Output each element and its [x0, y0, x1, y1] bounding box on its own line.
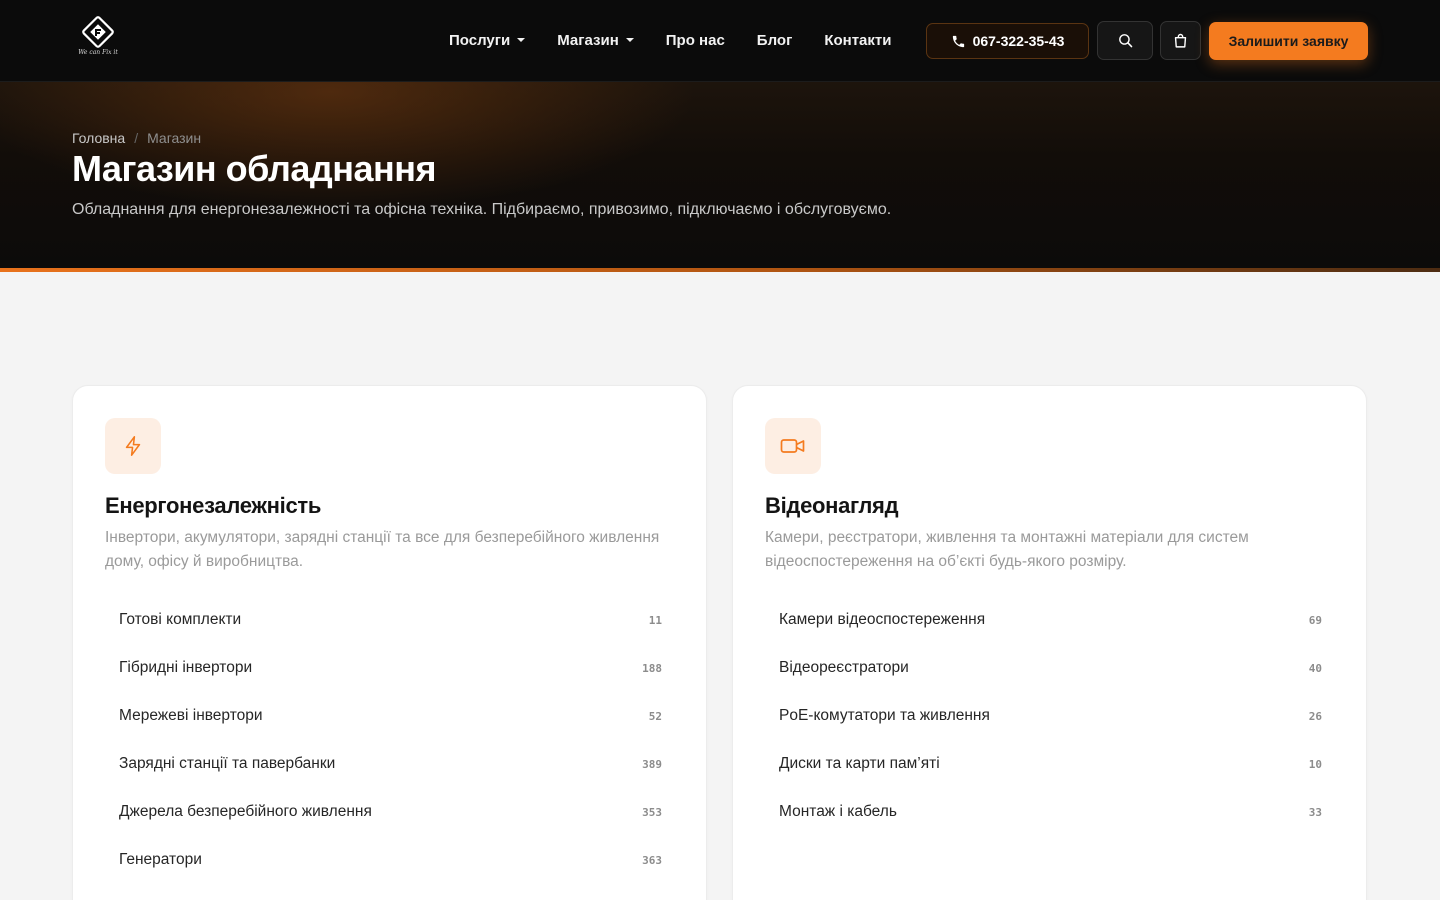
- subcategory-name: PoE-комутатори та живлення: [779, 707, 990, 724]
- phone-number: 067-322-35-43: [972, 33, 1065, 49]
- logo[interactable]: We can Fix it: [72, 16, 124, 62]
- subcategory-name: Зарядні станції та павербанки: [119, 755, 336, 772]
- subcategory-name: Мережеві інвертори: [119, 707, 263, 724]
- logo-mark-icon: [82, 16, 114, 48]
- category-card-energy: Енергонезалежність Інвертори, акумулятор…: [72, 385, 707, 900]
- phone-button[interactable]: 067-322-35-43: [926, 23, 1089, 59]
- subcategory-name: Генератори: [119, 851, 202, 868]
- subcategory-item[interactable]: Мережеві інвертори 52: [105, 692, 676, 740]
- subcategory-count: 52: [648, 709, 662, 723]
- lightning-icon: [125, 436, 141, 456]
- breadcrumb: Головна / Магазин: [72, 130, 201, 146]
- card-description: Камери, реєстратори, живлення та монтажн…: [765, 529, 1249, 570]
- subcategory-list: Готові комплекти 11 Гібридні інвертори 1…: [105, 596, 676, 884]
- subcategory-count: 69: [1308, 613, 1322, 627]
- subcategory-name: Диски та карти пам’яті: [779, 755, 940, 772]
- card-title: Енергонезалежність: [105, 493, 322, 518]
- breadcrumb-separator: /: [134, 130, 139, 146]
- subcategory-count: 33: [1308, 805, 1322, 819]
- search-icon: [1118, 34, 1132, 48]
- nav-item-contacts[interactable]: Контакти: [824, 32, 891, 49]
- subcategory-count: 353: [642, 805, 662, 819]
- subcategory-count: 188: [642, 661, 662, 675]
- site-header: We can Fix it Послуги Магазин Про нас Бл…: [0, 0, 1440, 82]
- subcategory-count: 363: [642, 853, 662, 867]
- nav-item-about[interactable]: Про нас: [666, 32, 725, 49]
- breadcrumb-current: Магазин: [147, 130, 202, 146]
- subcategory-item[interactable]: Зарядні станції та павербанки 389: [105, 740, 676, 788]
- chevron-down-icon: [625, 38, 634, 42]
- chevron-down-icon: [517, 38, 526, 42]
- hero-accent-line: [0, 268, 1440, 272]
- nav-item-services[interactable]: Послуги: [449, 31, 526, 49]
- subcategory-name: Монтаж і кабель: [779, 803, 897, 820]
- subcategory-item[interactable]: Гібридні інвертори 188: [105, 644, 676, 692]
- card-description: Інвертори, акумулятори, зарядні станції …: [105, 529, 660, 570]
- nav-item-label: Контакти: [824, 31, 892, 49]
- leave-request-button[interactable]: Залишити заявку: [1209, 22, 1368, 60]
- subcategory-name: Камери відеоспостереження: [779, 611, 986, 628]
- subcategory-item[interactable]: Джерела безперебійного живлення 353: [105, 788, 676, 836]
- nav-item-shop[interactable]: Магазин: [557, 32, 634, 49]
- subcategory-count: 26: [1308, 709, 1322, 723]
- nav-item-label: Магазин: [557, 31, 619, 49]
- cart-button[interactable]: [1160, 21, 1201, 60]
- breadcrumb-home-link[interactable]: Головна: [72, 130, 125, 146]
- subcategory-item[interactable]: Камери відеоспостереження 69: [765, 596, 1336, 644]
- subcategory-item[interactable]: Відеореєстратори 40: [765, 644, 1336, 692]
- subcategory-item[interactable]: Генератори 363: [105, 836, 676, 884]
- phone-icon: [952, 35, 964, 47]
- card-title: Відеонагляд: [765, 493, 899, 518]
- subcategory-count: 10: [1308, 757, 1322, 771]
- nav-item-blog[interactable]: Блог: [757, 32, 793, 49]
- video-camera-icon: [780, 439, 805, 453]
- subcategory-list: Камери відеоспостереження 69 Відеореєстр…: [765, 596, 1336, 836]
- subcategory-item[interactable]: Диски та карти пам’яті 10: [765, 740, 1336, 788]
- subcategory-name: Гібридні інвертори: [119, 659, 253, 676]
- nav-item-label: Послуги: [449, 31, 511, 49]
- page-subtitle: Обладнання для енергонезалежності та офі…: [72, 201, 892, 218]
- subcategory-name: Готові комплекти: [119, 611, 242, 628]
- subcategory-item[interactable]: Готові комплекти 11: [105, 596, 676, 644]
- search-button[interactable]: [1097, 21, 1153, 60]
- subcategory-count: 389: [642, 757, 662, 771]
- page-title: Магазин обладнання: [72, 148, 437, 189]
- subcategory-count: 11: [648, 613, 662, 627]
- subcategory-item[interactable]: Монтаж і кабель 33: [765, 788, 1336, 836]
- nav-item-label: Про нас: [665, 31, 725, 49]
- category-card-video: Відеонагляд Камери, реєстратори, живленн…: [732, 385, 1367, 900]
- subcategory-name: Джерела безперебійного живлення: [119, 803, 372, 820]
- subcategory-item[interactable]: PoE-комутатори та живлення 26: [765, 692, 1336, 740]
- card-icon-badge: [105, 418, 161, 474]
- subcategory-name: Відеореєстратори: [779, 659, 909, 676]
- shopping-bag-icon: [1174, 33, 1187, 48]
- logo-tagline: We can Fix it: [78, 49, 118, 56]
- nav-item-label: Блог: [756, 31, 793, 49]
- subcategory-count: 40: [1308, 661, 1322, 675]
- card-icon-badge: [765, 418, 821, 474]
- main-nav: Послуги Магазин Про нас Блог Контакти: [449, 29, 891, 51]
